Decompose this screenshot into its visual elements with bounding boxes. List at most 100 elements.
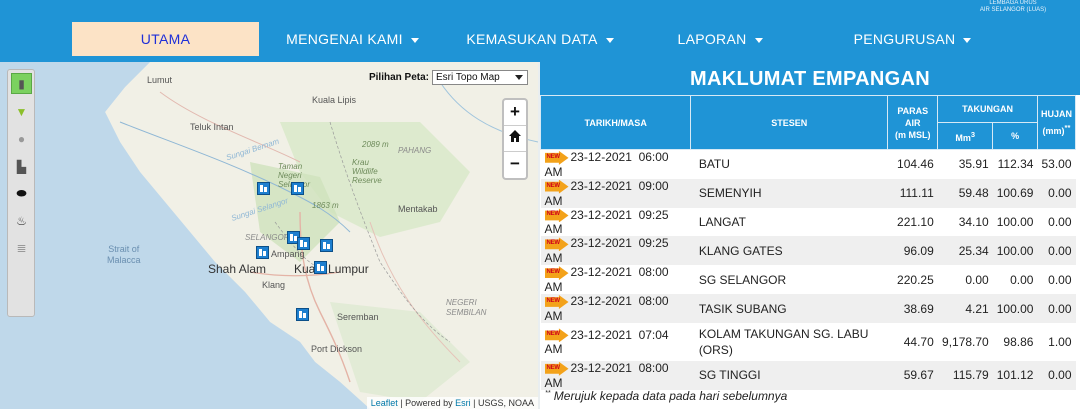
table-row[interactable]: NEW 23-12-2021 06:00 AM BATU 104.46 35.91 112… bbox=[541, 150, 1076, 179]
dam-marker[interactable] bbox=[257, 182, 270, 195]
dam-marker[interactable] bbox=[256, 246, 269, 259]
cell-date: NEW 23-12-2021 09:25 AM bbox=[541, 208, 691, 237]
header-rain-label: HUJAN bbox=[1040, 109, 1072, 119]
header-mm3-sup: 3 bbox=[970, 129, 976, 139]
dam-layer-icon[interactable]: ▮ bbox=[11, 73, 32, 94]
table-row[interactable]: NEW 23-12-2021 08:00 AM SG SELANGOR 220.25 0… bbox=[541, 265, 1076, 294]
table-row[interactable]: NEW 23-12-2021 09:25 AM LANGAT 221.10 34.10 1… bbox=[541, 208, 1076, 237]
place-kuala-lipis: Kuala Lipis bbox=[312, 95, 357, 105]
building-layer-icon[interactable]: ▙ bbox=[11, 156, 32, 177]
attribution-sources: | USGS, NOAA bbox=[473, 398, 534, 408]
header-mm3-label: Mm bbox=[955, 132, 971, 143]
table-row[interactable]: NEW 23-12-2021 08:00 AM TASIK SUBANG 38.69 4… bbox=[540, 294, 1076, 323]
zoom-in-button[interactable]: + bbox=[504, 100, 526, 126]
new-badge-icon: NEW bbox=[545, 151, 569, 165]
nav-laporan-label: LAPORAN bbox=[677, 31, 747, 47]
cell-rain: 1.00 bbox=[1048, 334, 1072, 349]
new-badge-text: NEW bbox=[546, 364, 561, 371]
nav-pengurusan-label: PENGURUSAN bbox=[853, 31, 956, 47]
place-kuala-lumpur: Kuala Lumpur bbox=[294, 262, 369, 276]
cell-station: LANGAT bbox=[698, 215, 746, 230]
dam-map[interactable]: ▮ ▼ ● ▙ ⬬ ♨ ≣ Pilihan Peta: Esri Topo Ma… bbox=[0, 62, 538, 409]
cell-pct: 0.00 bbox=[1010, 272, 1034, 287]
dam-marker[interactable] bbox=[320, 239, 333, 252]
cell-date: NEW 23-12-2021 06:00 AM bbox=[541, 150, 691, 179]
date-value: 23-12-2021 bbox=[570, 178, 632, 193]
cell-date: NEW 23-12-2021 08:00 AM bbox=[541, 265, 691, 294]
new-badge-text: NEW bbox=[546, 211, 561, 218]
place-port-dickson: Port Dickson bbox=[311, 344, 363, 354]
nav-laporan[interactable]: LAPORAN bbox=[660, 22, 780, 56]
dam-marker[interactable] bbox=[297, 237, 310, 250]
triangle-layer-icon[interactable]: ▼ bbox=[11, 101, 32, 122]
date-value: 23-12-2021 bbox=[570, 150, 632, 164]
cell-rain: 0.00 bbox=[1037, 360, 1076, 390]
date-value: 23-12-2021 bbox=[570, 360, 632, 375]
cell-pct: 98.86 bbox=[1003, 334, 1034, 349]
dam-table: TARIKH/MASA STESEN PARAS AIR (m MSL) TAK… bbox=[539, 95, 1077, 390]
header-station: STESEN bbox=[690, 95, 889, 150]
new-badge-text: NEW bbox=[546, 153, 561, 160]
document-layer-icon[interactable]: ≣ bbox=[11, 237, 32, 258]
cell-level: 111.11 bbox=[887, 178, 938, 208]
header-level-line2: AIR bbox=[905, 117, 921, 128]
circle-layer-icon[interactable]: ● bbox=[11, 128, 32, 149]
dam-table-body: NEW 23-12-2021 06:00 AM BATU 104.46 35.91 112… bbox=[540, 150, 1076, 390]
home-button[interactable] bbox=[504, 126, 526, 152]
date-value: 23-12-2021 bbox=[570, 265, 632, 280]
place-negeri-sembilan: NEGERI SEMBILAN bbox=[446, 298, 487, 317]
leaflet-link[interactable]: Leaflet bbox=[371, 398, 398, 408]
header-rain-unit-wrap: (mm)** bbox=[1038, 121, 1075, 138]
table-row[interactable]: NEW 23-12-2021 07:04 AM KOLAM TAKUNGAN SG.… bbox=[541, 323, 1076, 361]
cell-rain: 0.00 bbox=[1048, 272, 1072, 287]
cell-pct: 112.34 bbox=[997, 157, 1034, 172]
dam-marker[interactable] bbox=[291, 182, 304, 195]
new-badge-text: NEW bbox=[546, 297, 561, 304]
table-row[interactable]: NEW 23-12-2021 08:00 AM SG TINGGI 59.67 115.… bbox=[540, 360, 1076, 390]
cell-station: BATU bbox=[698, 157, 730, 172]
place-teluk-intan: Teluk Intan bbox=[190, 122, 234, 132]
esri-link[interactable]: Esri bbox=[455, 398, 471, 408]
nav-kemasukan-data[interactable]: KEMASUKAN DATA bbox=[455, 22, 625, 56]
cell-date: NEW 23-12-2021 08:00 AM bbox=[540, 294, 691, 323]
basemap-value: Esri Topo Map bbox=[436, 72, 500, 83]
basemap-selector: Pilihan Peta: Esri Topo Map bbox=[369, 70, 528, 85]
org-line2: AIR SELANGOR (LUAS) bbox=[979, 7, 1047, 13]
chevron-down-icon bbox=[410, 37, 419, 43]
table-row[interactable]: NEW 23-12-2021 09:25 AM KLANG GATES 96.09 25… bbox=[540, 236, 1076, 266]
new-badge-icon: NEW bbox=[545, 328, 569, 342]
cell-date: NEW 23-12-2021 09:00 AM bbox=[540, 178, 691, 208]
lake-layer-icon[interactable]: ⬬ bbox=[11, 183, 32, 204]
place-pahang: PAHANG bbox=[398, 146, 432, 155]
header-pct: % bbox=[992, 122, 1038, 150]
header-rain-unit: (mm) bbox=[1042, 126, 1065, 136]
dam-marker[interactable] bbox=[296, 308, 309, 321]
zoom-out-button[interactable]: − bbox=[504, 152, 526, 178]
place-lumut: Lumut bbox=[147, 75, 173, 85]
cell-mm3: 4.21 bbox=[937, 294, 993, 323]
cell-mm3: 9,178.70 bbox=[942, 334, 989, 349]
header-level-line1: PARAS bbox=[897, 105, 929, 116]
dam-marker[interactable] bbox=[314, 261, 327, 274]
nav-mengenai-kami[interactable]: MENGENAI KAMI bbox=[270, 22, 435, 56]
cell-date: NEW 23-12-2021 07:04 AM bbox=[541, 323, 691, 361]
nav-utama[interactable]: UTAMA bbox=[72, 22, 259, 56]
cell-pct: 100.00 bbox=[992, 236, 1038, 266]
cell-level: 96.09 bbox=[887, 236, 938, 266]
cell-rain: 53.00 bbox=[1041, 157, 1072, 172]
cell-level: 38.69 bbox=[887, 294, 938, 323]
date-value: 23-12-2021 bbox=[570, 294, 632, 309]
place-krau-reserve: Krau Wildlife Reserve bbox=[352, 158, 382, 185]
nav-utama-label: UTAMA bbox=[140, 31, 191, 47]
map-attribution: Leaflet | Powered by Esri | USGS, NOAA bbox=[366, 397, 538, 409]
new-badge-icon: NEW bbox=[545, 208, 569, 222]
header-level-line3: (m MSL) bbox=[895, 129, 931, 140]
basemap-dropdown[interactable]: Esri Topo Map bbox=[432, 70, 528, 85]
water-drop-layer-icon[interactable]: ♨ bbox=[11, 210, 32, 231]
cell-pct: 100.00 bbox=[992, 294, 1038, 323]
nav-kemasukan-data-label: KEMASUKAN DATA bbox=[466, 31, 598, 47]
nav-pengurusan[interactable]: PENGURUSAN bbox=[840, 22, 985, 56]
place-ampang: Ampang bbox=[271, 249, 305, 259]
cell-mm3: 25.34 bbox=[937, 236, 993, 266]
table-row[interactable]: NEW 23-12-2021 09:00 AM SEMENYIH 111.11 59.4… bbox=[540, 178, 1076, 208]
